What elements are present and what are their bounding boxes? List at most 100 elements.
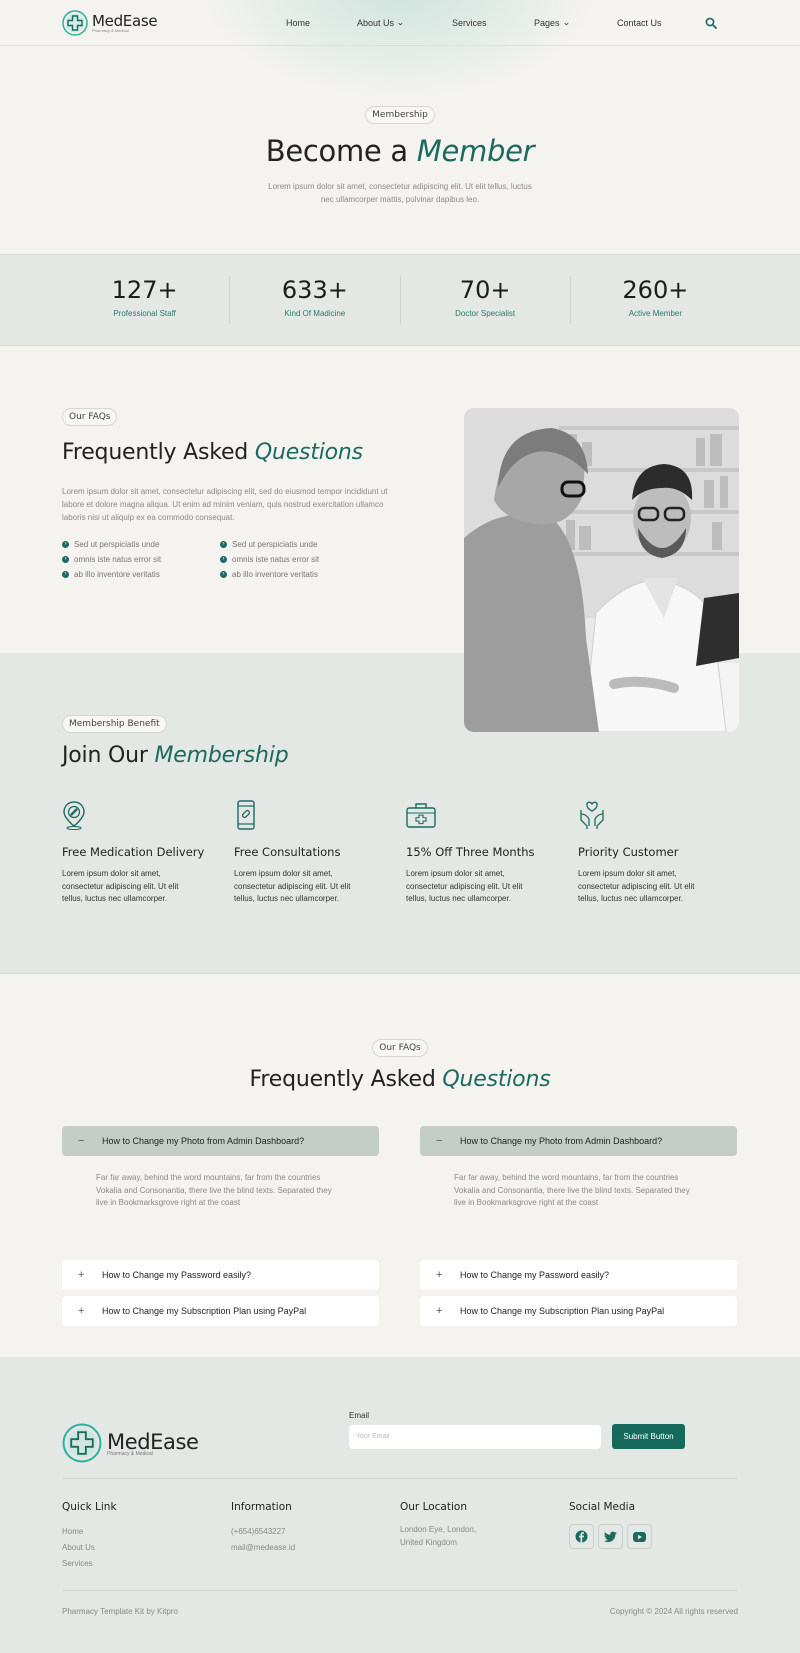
check-label: ab illo inventore veritatis bbox=[232, 570, 318, 579]
benefit-title: 15% Off Three Months bbox=[406, 845, 535, 859]
title-plain: Join Our bbox=[62, 743, 148, 768]
stat-label: Kind Of Madicine bbox=[284, 309, 346, 318]
site-header: MedEase Pharmacy & Medical Home About Us… bbox=[0, 0, 800, 46]
benefit-text: Lorem ipsum dolor sit amet, consectetur … bbox=[406, 869, 523, 903]
nav-pages[interactable]: Pages ⌄ bbox=[534, 18, 617, 28]
title-accent: Membership bbox=[154, 743, 289, 768]
plus-icon: + bbox=[436, 1269, 443, 1281]
nav-label: Services bbox=[452, 17, 487, 28]
arrow-circle-icon: › bbox=[220, 571, 227, 578]
caring-hands-icon bbox=[580, 801, 604, 829]
footer-email[interactable]: mail@medease.id bbox=[231, 1540, 400, 1556]
check-label: Sed ut perspiciatis unde bbox=[232, 540, 318, 549]
nav-services[interactable]: Services bbox=[452, 18, 534, 28]
check-item: › ab illo inventore veritatis bbox=[220, 570, 380, 579]
footer-quick-links: Quick Link Home About Us Services bbox=[62, 1501, 231, 1590]
stat-item: 127+ Professional Staff bbox=[60, 276, 231, 324]
faq-badge: Our FAQs bbox=[372, 1039, 428, 1057]
nav-about-us[interactable]: About Us ⌄ bbox=[357, 18, 452, 28]
search-icon[interactable] bbox=[705, 17, 717, 29]
check-item: › Sed ut perspiciatis unde bbox=[220, 540, 380, 549]
benefit-title: Free Consultations bbox=[234, 845, 341, 859]
faq-question[interactable]: + How to Change my Password easily? bbox=[420, 1260, 737, 1290]
membership-badge: Membership Benefit bbox=[62, 715, 167, 733]
medical-kit-icon bbox=[406, 803, 436, 828]
stat-value: 260+ bbox=[622, 276, 689, 304]
faq-intro-text: Lorem ipsum dolor sit amet, consectetur … bbox=[62, 487, 388, 522]
site-footer: MedEase Pharmacy & Medical Email Submit … bbox=[0, 1357, 800, 1653]
benefit-card: Priority Customer Lorem ipsum dolor sit … bbox=[578, 800, 750, 906]
chevron-down-icon: ⌄ bbox=[396, 18, 405, 27]
facebook-icon[interactable] bbox=[569, 1524, 594, 1549]
plus-icon: + bbox=[78, 1269, 85, 1281]
youtube-icon[interactable] bbox=[627, 1524, 652, 1549]
faq-question[interactable]: + How to Change my Password easily? bbox=[62, 1260, 379, 1290]
hero-section: Membership Become a Member Lorem ipsum d… bbox=[0, 46, 800, 254]
arrow-circle-icon: › bbox=[220, 556, 227, 563]
nav-home[interactable]: Home bbox=[286, 18, 357, 28]
arrow-circle-icon: › bbox=[220, 541, 227, 548]
stat-item: 70+ Doctor Specialist bbox=[401, 276, 571, 324]
stat-item: 633+ Kind Of Madicine bbox=[230, 276, 401, 324]
arrow-circle-icon: › bbox=[62, 556, 69, 563]
footer-link-home[interactable]: Home bbox=[62, 1524, 231, 1540]
faq-question-open[interactable]: − How to Change my Photo from Admin Dashb… bbox=[62, 1126, 379, 1156]
footer-address: London Eye, London, United Kingdom bbox=[400, 1525, 477, 1547]
benefit-title: Free Medication Delivery bbox=[62, 845, 205, 859]
medical-cross-logo-icon bbox=[62, 1423, 102, 1463]
check-item: › omnis iste natus error sit bbox=[220, 555, 380, 564]
faq-question-label: How to Change my Subscription Plan using… bbox=[460, 1306, 665, 1316]
faq-column: − How to Change my Photo from Admin Dashb… bbox=[62, 1126, 379, 1326]
arrow-circle-icon: › bbox=[62, 571, 69, 578]
nav-label: Home bbox=[286, 17, 311, 28]
footer-brand-name: MedEase bbox=[107, 1429, 199, 1454]
faq-question[interactable]: + How to Change my Subscription Plan usin… bbox=[420, 1296, 737, 1326]
benefit-card: Free Medication Delivery Lorem ipsum dol… bbox=[62, 800, 234, 906]
title-plain: Frequently Asked bbox=[62, 440, 249, 465]
stat-item: 260+ Active Member bbox=[571, 276, 740, 324]
footer-credit: Pharmacy Template Kit by Kitpro bbox=[62, 1606, 178, 1616]
chevron-down-icon: ⌄ bbox=[561, 18, 570, 27]
faq-question-label: How to Change my Password easily? bbox=[460, 1270, 610, 1280]
hero-badge: Membership bbox=[365, 106, 435, 124]
arrow-circle-icon: › bbox=[62, 541, 69, 548]
footer-copyright: Copyright © 2024 All rights reserved bbox=[609, 1606, 738, 1616]
benefit-card: 15% Off Three Months Lorem ipsum dolor s… bbox=[406, 800, 578, 906]
footer-social: Social Media bbox=[569, 1501, 738, 1590]
faq-column: − How to Change my Photo from Admin Dashb… bbox=[420, 1126, 737, 1326]
title-accent: Questions bbox=[254, 440, 363, 465]
nav-label: About Us bbox=[357, 17, 395, 28]
faq-question-open[interactable]: − How to Change my Photo from Admin Dashb… bbox=[420, 1126, 737, 1156]
newsletter-form: Email Submit Button bbox=[349, 1411, 685, 1449]
email-input[interactable] bbox=[349, 1424, 601, 1449]
footer-phone[interactable]: (+654)6543227 bbox=[231, 1524, 400, 1540]
benefit-card: Free Consultations Lorem ipsum dolor sit… bbox=[234, 800, 406, 906]
faq-answer: Far far away, behind the word mountains,… bbox=[96, 1173, 332, 1207]
twitter-icon[interactable] bbox=[598, 1524, 623, 1549]
footer-link-about-us[interactable]: About Us bbox=[62, 1540, 231, 1556]
footer-information: Information (+654)6543227 mail@medease.i… bbox=[231, 1501, 400, 1590]
email-label: Email bbox=[349, 1411, 370, 1420]
footer-heading: Information bbox=[231, 1501, 292, 1513]
benefit-text: Lorem ipsum dolor sit amet, consectetur … bbox=[234, 869, 351, 903]
benefit-text: Lorem ipsum dolor sit amet, consectetur … bbox=[578, 869, 695, 903]
check-item: › Sed ut perspiciatis unde bbox=[62, 540, 220, 549]
brand-logo[interactable]: MedEase Pharmacy & Medical bbox=[62, 9, 262, 36]
stat-value: 70+ bbox=[459, 276, 511, 304]
check-item: › omnis iste natus error sit bbox=[62, 555, 220, 564]
submit-button[interactable]: Submit Button bbox=[612, 1424, 685, 1449]
faq-question[interactable]: + How to Change my Subscription Plan usin… bbox=[62, 1296, 379, 1326]
check-label: ab illo inventore veritatis bbox=[74, 570, 160, 579]
benefit-text: Lorem ipsum dolor sit amet, consectetur … bbox=[62, 869, 179, 903]
main-nav: Home About Us ⌄ Services Pages ⌄ Contact U… bbox=[286, 17, 717, 29]
footer-location: Our Location London Eye, London, United … bbox=[400, 1501, 569, 1590]
hero-title-accent: Member bbox=[416, 134, 535, 168]
footer-link-services[interactable]: Services bbox=[62, 1556, 231, 1572]
pharmacist-photo bbox=[464, 408, 739, 732]
nav-label: Contact Us bbox=[617, 17, 662, 28]
nav-contact-us[interactable]: Contact Us bbox=[617, 18, 705, 28]
footer-logo[interactable]: MedEase Pharmacy & Medical bbox=[62, 1423, 349, 1463]
location-pin-icon bbox=[63, 801, 85, 830]
benefit-list: Free Medication Delivery Lorem ipsum dol… bbox=[62, 800, 800, 906]
plus-icon: + bbox=[78, 1305, 85, 1317]
